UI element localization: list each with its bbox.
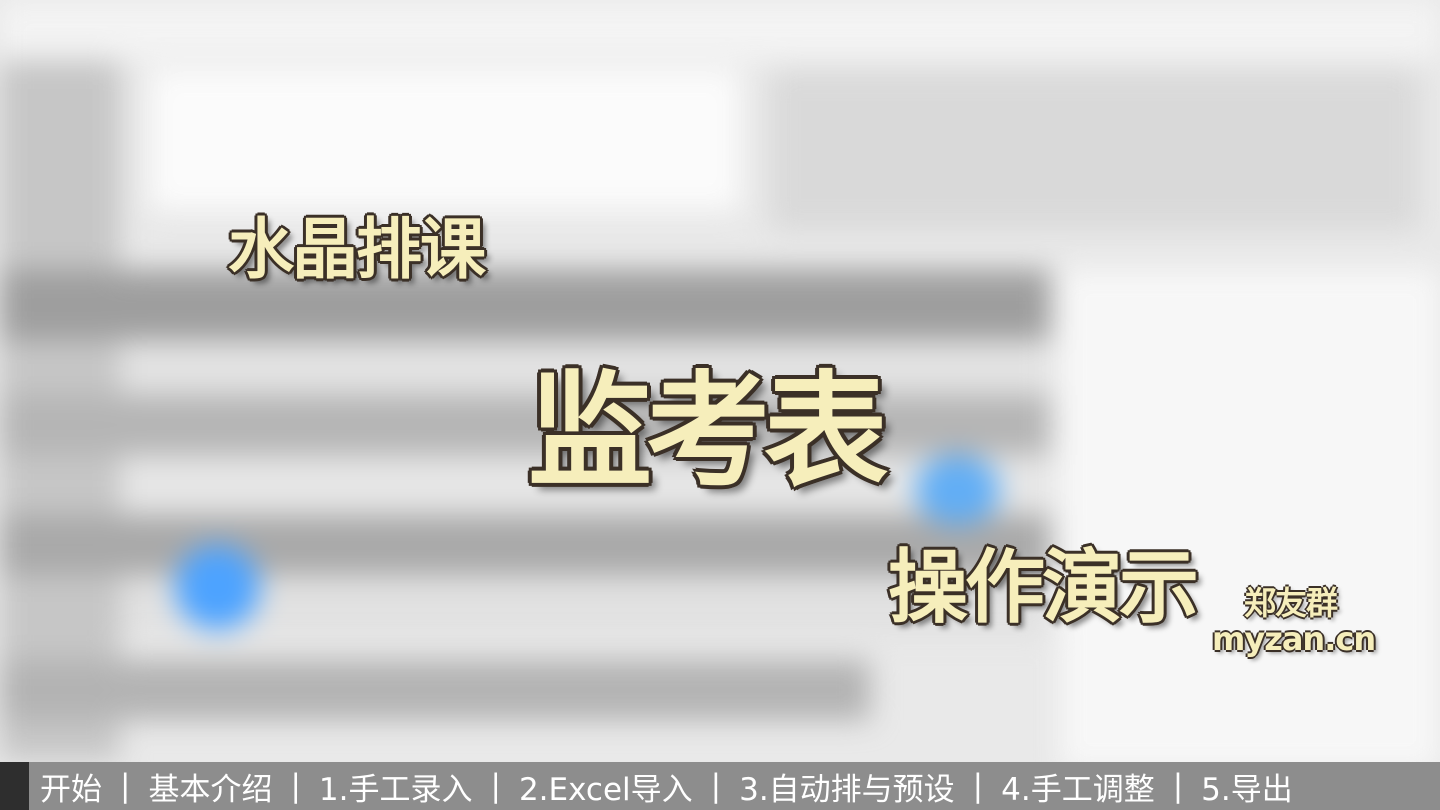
chapter-intro[interactable]: 基本介绍 <box>144 764 276 809</box>
chapter-list: 开始 | 基本介绍 | 1.手工录入 | 2.Excel导入 | 3.自动排与预… <box>0 762 1297 810</box>
chapter-separator: | <box>710 768 722 804</box>
chapter-separator: | <box>1172 768 1184 804</box>
app-name-title: 水晶排课 <box>228 211 486 288</box>
chapter-excel-import[interactable]: 2.Excel导入 <box>515 764 697 809</box>
author-name: 郑友群 <box>1244 584 1338 622</box>
chapter-manual-entry[interactable]: 1.手工录入 <box>315 764 477 809</box>
chapter-auto-schedule[interactable]: 3.自动排与预设 <box>735 764 959 809</box>
chapter-separator: | <box>490 768 501 804</box>
chapter-separator: | <box>120 768 131 804</box>
blurred-table-header <box>0 270 1050 340</box>
blurred-table-row <box>0 395 1050 455</box>
demo-subtitle: 操作演示 <box>888 541 1199 634</box>
blurred-table-row <box>0 660 870 720</box>
blurred-blue-button <box>175 545 260 630</box>
chapter-export[interactable]: 5.导出 <box>1197 764 1297 809</box>
blurred-blue-button <box>915 455 1000 525</box>
main-title: 监考表 <box>528 360 888 504</box>
blurred-panel <box>150 70 740 210</box>
blurred-top-bar <box>0 0 1440 60</box>
chapter-manual-adjust[interactable]: 4.手工调整 <box>997 764 1159 809</box>
chapter-separator: | <box>290 768 301 804</box>
chapter-start[interactable]: 开始 <box>36 764 106 809</box>
chapter-separator: | <box>972 768 984 804</box>
chapter-progress-bar[interactable]: 开始 | 基本介绍 | 1.手工录入 | 2.Excel导入 | 3.自动排与预… <box>0 762 1440 810</box>
blurred-panel-right <box>770 70 1420 230</box>
blurred-right-area <box>1060 270 1440 770</box>
website-label: myzan.cn <box>1212 620 1376 658</box>
